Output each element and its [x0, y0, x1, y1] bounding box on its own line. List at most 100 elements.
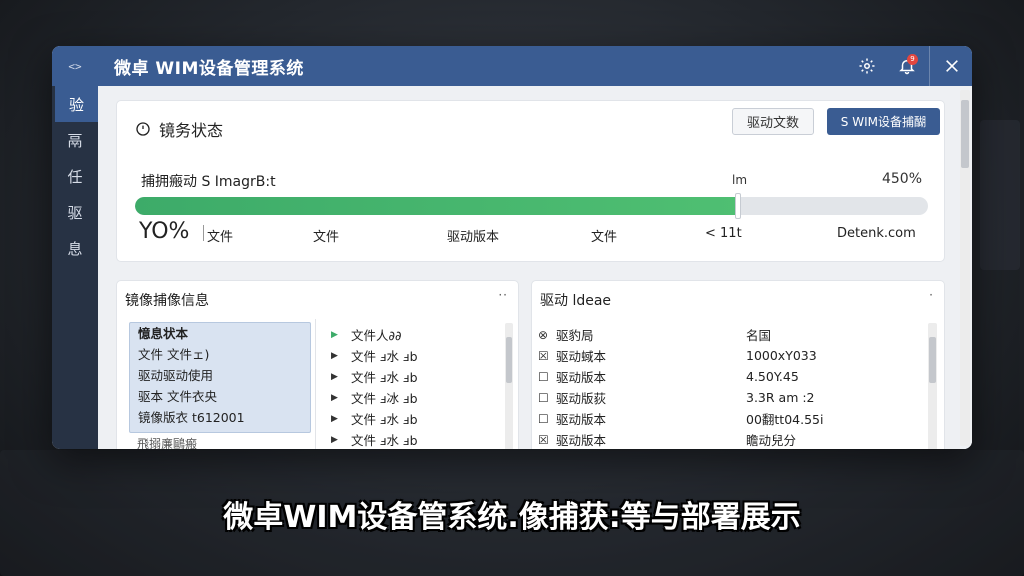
window-scroll-thumb[interactable]: [961, 100, 969, 168]
driver-name: 驱动版本: [556, 370, 607, 385]
list-item[interactable]: 飛搦亷鷗瘢: [137, 435, 197, 449]
image-info-list: 憶息状本 文件 文件ェ) 驱动驱动使用 驱本 文件衣央 镜像版衣 t612001: [129, 322, 311, 433]
notification-badge: 9: [907, 54, 918, 65]
stat-driver-version: 驱动版本: [447, 230, 500, 245]
panel-divider: [315, 319, 316, 449]
list-item[interactable]: 憶息状本: [130, 323, 310, 344]
settings-button[interactable]: [847, 46, 887, 86]
gear-icon: [859, 58, 875, 74]
expand-arrow-icon[interactable]: ▶: [331, 372, 351, 382]
tree-scroll-thumb[interactable]: [506, 337, 512, 383]
driver-name: 驱动版荻: [556, 391, 607, 406]
driver-doc-button[interactable]: 驱动文数: [731, 108, 814, 135]
tree-label: 文件 ⅎ水 ⅎb: [351, 349, 418, 364]
sidebar-item-4[interactable]: 驱: [52, 194, 98, 230]
driver-panel-more-button[interactable]: ·: [929, 288, 934, 302]
driver-scroll-thumb[interactable]: [929, 337, 936, 383]
status-card: 镜务状态 驱动文数 S WIM设备捕醐 捕拥瘢动 S ImagrB:t lm 4…: [116, 100, 945, 262]
driver-panel-title: 驱动 ldeae: [540, 293, 612, 309]
stat-domain: Detenk.com: [837, 226, 916, 241]
main-content: 镜务状态 驱动文数 S WIM设备捕醐 捕拥瘢动 S ImagrB:t lm 4…: [98, 86, 972, 449]
stat-file-1: 文件: [207, 230, 234, 245]
progress-track: [135, 197, 928, 215]
status-title: 镜务状态: [159, 121, 224, 140]
video-caption: 微卓WIM设备管系统.像捕获:等与部署展示: [223, 500, 801, 535]
wim-capture-button[interactable]: S WIM设备捕醐: [826, 108, 940, 135]
tree-label: 文件 ⅎ冰 ⅎb: [351, 391, 418, 406]
tree-row[interactable]: ▶ 文件 ⅎ水 ⅎb: [331, 345, 511, 366]
table-row[interactable]: ☐ 驱动版荻 3.3R am :2: [538, 387, 930, 408]
status-icon: ⊗: [538, 327, 549, 342]
expand-arrow-icon[interactable]: ▶: [331, 435, 351, 445]
expand-arrow-icon[interactable]: ▶: [331, 330, 351, 340]
driver-value: 瞻动兒分: [746, 433, 797, 448]
expand-arrow-icon[interactable]: ▶: [331, 351, 351, 361]
window-scrollbar[interactable]: [960, 90, 970, 446]
table-row[interactable]: ☐ 驱动版本 4.50Y.45: [538, 366, 930, 387]
progress-label: 捕拥瘢动 S ImagrB:t: [141, 174, 276, 190]
tree-scrollbar[interactable]: [505, 323, 513, 449]
big-percent: YO%: [139, 219, 190, 244]
driver-name: 驱动版本: [556, 433, 607, 448]
table-row[interactable]: ☒ 驱动版本 瞻动兒分: [538, 429, 930, 449]
notifications-button[interactable]: 9: [887, 46, 927, 86]
close-button[interactable]: [932, 46, 972, 86]
tree-label: 文件 ⅎ水 ⅎb: [351, 433, 418, 448]
driver-panel: 驱动 ldeae · ⊗ 驱豹局 名国 ☒ 驱动蜮本 1000xY033 ☐ 驱动版本 4.…: [531, 280, 945, 449]
table-row[interactable]: ⊗ 驱豹局 名国: [538, 324, 930, 345]
list-item[interactable]: 驱动驱动使用: [130, 365, 310, 386]
driver-value: 名国: [746, 328, 772, 343]
table-row[interactable]: ☒ 驱动蜮本 1000xY033: [538, 345, 930, 366]
checkbox-icon[interactable]: ☐: [538, 412, 556, 426]
clock-icon: [136, 122, 150, 136]
stat-file-3: 文件: [591, 230, 618, 245]
checkbox-icon[interactable]: ☒: [538, 433, 556, 447]
progress-unit: lm: [732, 173, 748, 187]
driver-value: 3.3R am :2: [746, 390, 815, 405]
tree-row[interactable]: ▶ 文件 ⅎ冰 ⅎb: [331, 387, 511, 408]
sidebar-item-1[interactable]: 验: [55, 86, 98, 122]
driver-table: ⊗ 驱豹局 名国 ☒ 驱动蜮本 1000xY033 ☐ 驱动版本 4.50Y.45 ☐ 驱动版…: [538, 324, 930, 449]
background-monitor: [980, 120, 1020, 270]
titlebar-divider: [929, 46, 930, 86]
driver-value: 00翻tt04.55i: [746, 412, 824, 427]
driver-name: 驱豹局: [556, 328, 594, 343]
table-row[interactable]: ☐ 驱动版本 00翻tt04.55i: [538, 408, 930, 429]
tree-label: 文件人∂∂: [351, 328, 402, 343]
sidebar-item-3[interactable]: 任: [52, 158, 98, 194]
checkbox-icon[interactable]: ☒: [538, 349, 556, 363]
checkbox-icon[interactable]: ☐: [538, 391, 556, 405]
tree-row[interactable]: ▶ 文件人∂∂: [331, 324, 511, 345]
stats-divider: [203, 225, 204, 241]
app-window: <> 微卓 WIM设备管理系统 9 验 鬲 任 驱 息 镜务状态 驱动文数 S …: [52, 46, 972, 449]
progress-percent: 450%: [881, 171, 922, 187]
expand-arrow-icon[interactable]: ▶: [331, 414, 351, 424]
tree-row[interactable]: ▶ 文件 ⅎ水 ⅎb: [331, 366, 511, 387]
sidebar-item-5[interactable]: 息: [52, 230, 98, 266]
expand-arrow-icon[interactable]: ▶: [331, 393, 351, 403]
title-bar: <> 微卓 WIM设备管理系统 9: [52, 46, 972, 86]
checkbox-icon[interactable]: ☐: [538, 370, 556, 384]
list-item[interactable]: 镜像版衣 t612001: [130, 407, 310, 428]
progress-handle[interactable]: [734, 193, 741, 219]
close-icon: [946, 60, 958, 72]
tree-label: 文件 ⅎ水 ⅎb: [351, 370, 418, 385]
file-tree: ▶ 文件人∂∂ ▶ 文件 ⅎ水 ⅎb ▶ 文件 ⅎ水 ⅎb ▶ 文件 ⅎ冰 ⅎb ▶ 文件…: [331, 324, 511, 449]
app-title: 微卓 WIM设备管理系统: [114, 58, 304, 79]
progress-fill: [135, 197, 738, 215]
list-item[interactable]: 文件 文件ェ): [130, 344, 310, 365]
sidebar-item-2[interactable]: 鬲: [52, 122, 98, 158]
sidebar: 验 鬲 任 驱 息: [52, 86, 98, 449]
tree-label: 文件 ⅎ水 ⅎb: [351, 412, 418, 427]
tree-row[interactable]: ▶ 文件 ⅎ水 ⅎb: [331, 408, 511, 429]
driver-name: 驱动蜮本: [556, 349, 607, 364]
image-panel-title: 镜像捕像信息: [125, 293, 209, 309]
driver-value: 4.50Y.45: [746, 369, 799, 384]
driver-value: 1000xY033: [746, 348, 817, 363]
image-panel-more-button[interactable]: ··: [498, 288, 508, 302]
stat-file-2: 文件: [313, 230, 340, 245]
code-icon[interactable]: <>: [52, 60, 98, 73]
list-item[interactable]: 驱本 文件衣央: [130, 386, 310, 407]
tree-row[interactable]: ▶ 文件 ⅎ水 ⅎb: [331, 429, 511, 449]
driver-scrollbar[interactable]: [928, 323, 937, 449]
